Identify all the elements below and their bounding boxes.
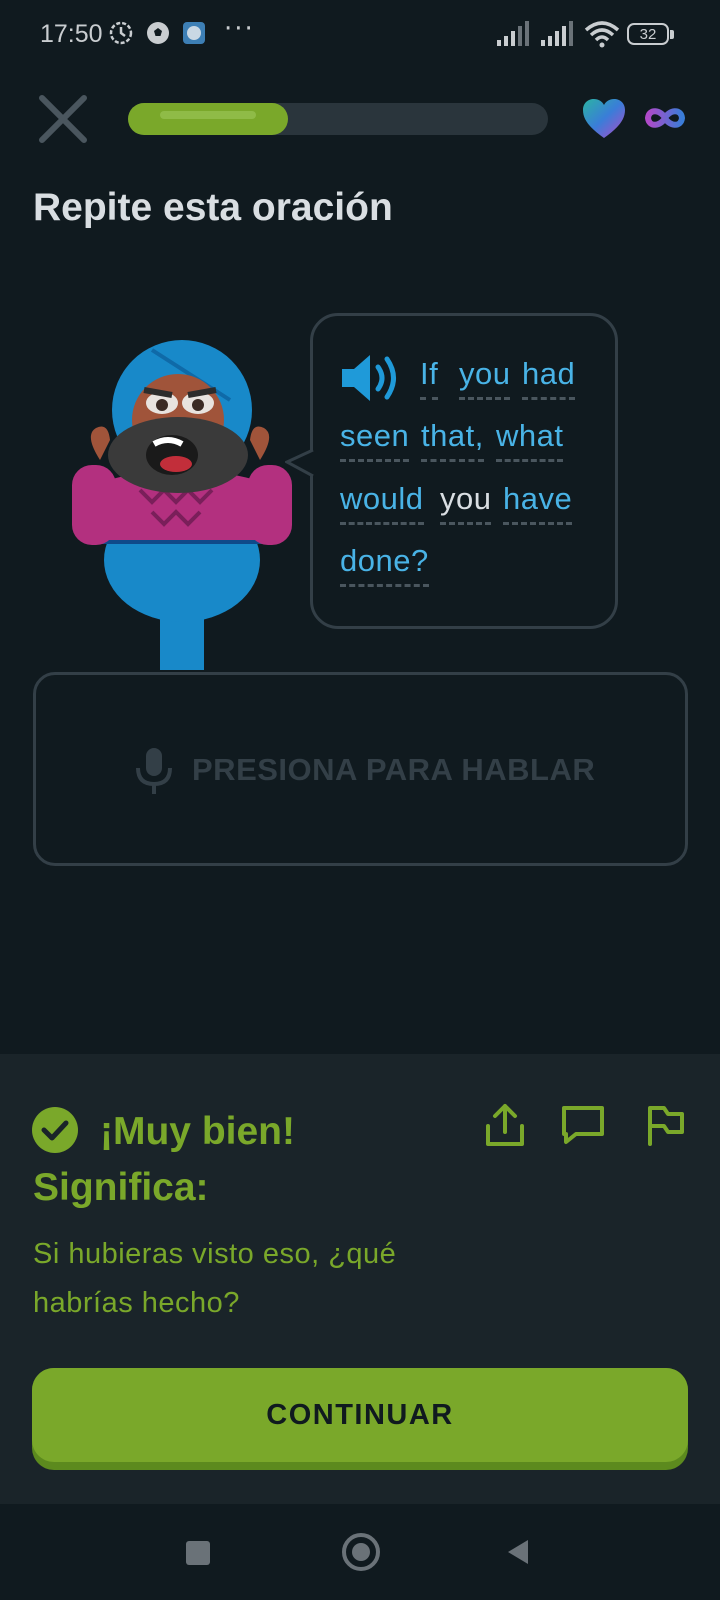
word-seen[interactable]: seen (340, 418, 410, 462)
translation-text: Si hubieras visto eso, ¿qué habrías hech… (33, 1238, 397, 1319)
word-had[interactable]: had (522, 356, 576, 400)
lesson-progress-fill (128, 103, 288, 135)
microphone-icon (136, 748, 172, 794)
word-you[interactable]: you (459, 356, 511, 400)
word-have[interactable]: have (503, 481, 573, 525)
signal-icon-2 (541, 21, 573, 46)
wifi-icon (584, 21, 620, 48)
character-illustration (72, 340, 292, 670)
close-icon[interactable] (36, 92, 90, 146)
signal-icon (497, 21, 529, 46)
word-done[interactable]: done? (340, 543, 429, 587)
comment-icon[interactable] (560, 1102, 606, 1148)
heart-icon[interactable] (582, 98, 626, 140)
word-what[interactable]: what (496, 418, 564, 462)
soccer-ball-icon (147, 22, 169, 44)
home-icon[interactable] (342, 1533, 380, 1571)
speak-button-label: PRESIONA PARA HABLAR (192, 752, 596, 787)
status-time: 17:50 (40, 20, 103, 48)
speaker-icon[interactable] (340, 352, 406, 404)
battery-level: 32 (639, 26, 657, 43)
speech-bubble-tail (285, 448, 314, 478)
gallery-icon (183, 22, 205, 44)
report-flag-icon[interactable] (642, 1102, 688, 1148)
status-more-icon: ··· (224, 14, 255, 44)
share-icon[interactable] (482, 1102, 528, 1148)
check-icon (32, 1107, 78, 1153)
lesson-progress-bar (128, 103, 548, 135)
home-icon-dot (352, 1543, 370, 1561)
word-you-2[interactable]: you (440, 481, 492, 525)
lesson-progress-shine (160, 111, 256, 119)
battery-icon: 32 (627, 23, 669, 45)
page-title: Repite esta oración (33, 186, 393, 229)
alarm-gear-icon (109, 21, 133, 45)
infinity-icon (644, 108, 686, 128)
continue-button-face[interactable]: CONTINUAR (32, 1368, 688, 1462)
back-icon[interactable] (506, 1538, 530, 1566)
feedback-subtitle: Significa: (33, 1166, 209, 1209)
recent-apps-icon[interactable] (186, 1541, 210, 1565)
continue-button[interactable]: CONTINUAR (32, 1368, 688, 1470)
word-that[interactable]: that, (421, 418, 484, 462)
word-if[interactable]: If (420, 356, 439, 400)
feedback-title: ¡Muy bien! (100, 1110, 295, 1153)
continue-button-label: CONTINUAR (266, 1398, 454, 1431)
word-would[interactable]: would (340, 481, 424, 525)
battery-cap (670, 30, 674, 39)
status-bar: 17:50 ··· 32 (0, 0, 720, 70)
